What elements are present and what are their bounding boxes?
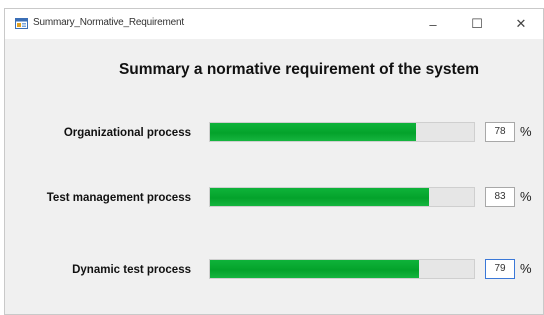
value-field-organizational[interactable]: 78 bbox=[485, 122, 515, 142]
app-window: Summary_Normative_Requirement – ☐ ✕ Summ… bbox=[4, 8, 544, 315]
app-form-icon bbox=[15, 18, 28, 29]
progress-fill-dynamic-test bbox=[210, 260, 419, 278]
value-field-dynamic-test[interactable]: 79 bbox=[485, 259, 515, 279]
minimize-button[interactable]: – bbox=[411, 9, 455, 39]
window-title: Summary_Normative_Requirement bbox=[33, 17, 184, 28]
progress-bar-dynamic-test bbox=[209, 259, 475, 279]
title-bar[interactable]: Summary_Normative_Requirement – ☐ ✕ bbox=[5, 9, 543, 39]
close-button[interactable]: ✕ bbox=[499, 9, 543, 39]
progress-fill-test-management bbox=[210, 188, 430, 206]
percent-sign: % bbox=[520, 189, 532, 204]
maximize-button[interactable]: ☐ bbox=[455, 9, 499, 39]
progress-bar-organizational bbox=[209, 122, 475, 142]
page-title: Summary a normative requirement of the s… bbox=[118, 61, 480, 78]
row-label-organizational: Organizational process bbox=[63, 127, 191, 139]
row-label-dynamic-test: Dynamic test process bbox=[72, 264, 191, 276]
percent-sign: % bbox=[520, 124, 532, 139]
percent-sign: % bbox=[520, 261, 532, 276]
value-field-test-management[interactable]: 83 bbox=[485, 187, 515, 207]
progress-fill-organizational bbox=[210, 123, 416, 141]
row-label-test-management: Test management process bbox=[46, 192, 191, 204]
progress-bar-test-management bbox=[209, 187, 475, 207]
